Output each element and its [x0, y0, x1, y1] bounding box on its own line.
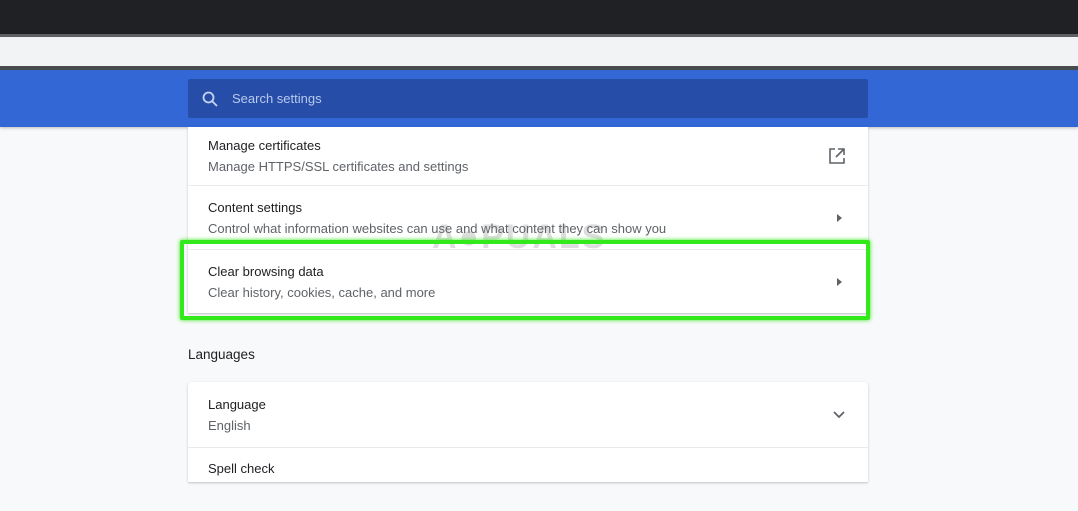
row-title: Spell check: [208, 461, 275, 476]
languages-heading: Languages: [188, 347, 255, 362]
open-external-icon[interactable]: [828, 147, 846, 165]
row-subtitle: Clear history, cookies, cache, and more: [208, 284, 436, 300]
watermark-logo: A●PUALS: [432, 218, 607, 256]
search-box[interactable]: [188, 79, 868, 118]
language-row[interactable]: Language English: [188, 382, 868, 447]
row-title: Content settings: [208, 199, 302, 215]
languages-card: Language English Spell check: [188, 382, 868, 482]
row-subtitle: Manage HTTPS/SSL certificates and settin…: [208, 159, 469, 174]
settings-header: [0, 70, 1078, 127]
row-subtitle: English: [208, 417, 251, 433]
search-input[interactable]: [232, 91, 832, 106]
browser-toolbar: [0, 37, 1078, 66]
clear-browsing-data-row[interactable]: Clear browsing data Clear history, cookie…: [188, 249, 868, 313]
row-title: Manage certificates: [208, 138, 321, 153]
manage-certificates-row[interactable]: Manage certificates Manage HTTPS/SSL cert…: [188, 127, 868, 185]
chevron-down-icon[interactable]: [832, 410, 846, 420]
row-title: Clear browsing data: [208, 263, 324, 279]
spell-check-row[interactable]: Spell check: [188, 447, 868, 511]
arrow-right-icon: [837, 213, 842, 222]
search-icon: [202, 91, 218, 107]
row-title: Language: [208, 396, 266, 412]
window-title-bar: [0, 0, 1078, 34]
arrow-right-icon: [837, 277, 842, 286]
